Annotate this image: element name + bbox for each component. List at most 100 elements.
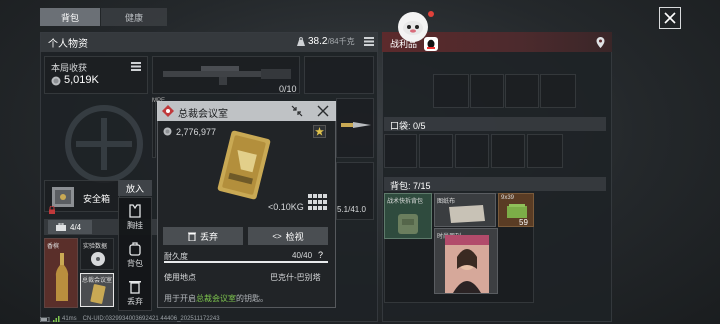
durability-bar-fill <box>164 261 328 263</box>
pocket-slot[interactable] <box>455 134 489 168</box>
backpack-item-blueprint-cloth[interactable]: 图纸布 <box>434 193 496 227</box>
close-icon <box>664 12 676 24</box>
item-price: 2,776,977 <box>176 127 217 137</box>
put-in-label: 放入 <box>125 183 144 194</box>
champagne-item-label: 香槟 <box>47 244 60 250</box>
pocket-slot[interactable] <box>419 134 453 168</box>
description-suffix: 的钥匙。 <box>236 294 268 303</box>
champagne-bottle-icon <box>53 253 71 303</box>
experiment-data-label: 实验数据 <box>83 244 108 250</box>
location-pin-icon[interactable] <box>596 37 605 48</box>
battery-icon <box>40 316 50 322</box>
item-description: 用于开启总裁会议室的钥匙。 <box>164 293 268 304</box>
backpack-icon <box>128 241 142 256</box>
lock-icon <box>48 206 56 214</box>
loot-slot[interactable] <box>540 74 576 108</box>
inspect-label: 检视 <box>285 231 304 242</box>
vest-label: 胸挂 <box>127 220 143 230</box>
durability-value: 40/40 <box>292 251 313 260</box>
discard-label: 丢弃 <box>199 231 218 242</box>
faction-emblem-icon <box>56 104 152 184</box>
keycard-large-icon <box>212 130 276 200</box>
status-bar: 41ms CN-UID:0329934003692421 44406_20251… <box>40 314 360 324</box>
put-in-button[interactable]: 放入 <box>118 180 152 196</box>
pocket-slot[interactable] <box>384 134 417 168</box>
tab-backpack[interactable]: 背包 <box>40 8 100 26</box>
weight-icon <box>296 37 306 47</box>
weapon-slot[interactable]: 0/10 <box>152 56 300 94</box>
pocket-header: 口袋: 0/5 <box>384 117 606 131</box>
personal-inventory-title: 个人物资 <box>48 38 88 50</box>
discard-side-button[interactable]: 丢弃 <box>118 276 152 310</box>
ammo-count: 59 <box>519 218 528 227</box>
safebox-item-boardroom-key[interactable]: 总裁会议室 <box>80 273 114 307</box>
discard-icon <box>187 232 196 241</box>
location-value: 巴克什-巴别塔 <box>270 273 321 282</box>
discard-button[interactable]: 丢弃 <box>163 227 243 245</box>
tab-backpack-label: 背包 <box>60 12 79 23</box>
tab-health-label: 健康 <box>124 12 143 23</box>
mag-text: 5.1/41.0 <box>337 205 366 214</box>
keycard-icon <box>89 284 107 304</box>
list-icon[interactable] <box>131 62 141 71</box>
item-weight: <0.10KG <box>268 202 304 212</box>
rifle-icon <box>161 63 293 85</box>
weight-max: /84千克 <box>327 37 355 46</box>
trash-icon <box>129 280 141 294</box>
favorite-star-icon[interactable] <box>313 125 326 138</box>
ammo-label: 9x39 <box>501 195 515 201</box>
inspect-button[interactable]: <> 检视 <box>248 227 328 245</box>
list-view-icon[interactable] <box>364 37 374 46</box>
mpe-slot[interactable] <box>152 98 156 158</box>
vest-icon <box>128 203 142 218</box>
move-to-backpack-button[interactable]: 背包 <box>118 238 152 272</box>
safebox-count: 4/4 <box>70 222 82 232</box>
safebox-label: 安全箱 <box>83 194 111 204</box>
pocket-slot[interactable] <box>527 134 563 168</box>
discard-side-label: 丢弃 <box>127 296 143 306</box>
earnings-label: 本局收获 <box>51 63 88 73</box>
backpack-item-ammo[interactable]: 9x39 59 <box>498 193 534 227</box>
pocket-label: 口袋: 0/5 <box>390 121 426 131</box>
loot-slot[interactable] <box>505 74 539 108</box>
size-grid-icon <box>308 194 328 210</box>
loot-slot[interactable] <box>470 74 504 108</box>
signal-icon <box>53 316 60 322</box>
collapse-icon[interactable] <box>291 105 303 117</box>
move-to-vest-button[interactable]: 胸挂 <box>118 200 152 234</box>
weapon-slot-secondary[interactable] <box>304 56 374 94</box>
melee-slot[interactable] <box>336 98 374 158</box>
close-popup-icon[interactable] <box>317 105 329 117</box>
knife-icon <box>341 121 371 129</box>
description-highlight: 总裁会议室 <box>196 294 236 303</box>
inspect-icon: <> <box>272 231 282 241</box>
briefcase-icon <box>56 223 66 231</box>
close-button[interactable] <box>659 7 681 29</box>
price-coin-icon <box>163 127 172 136</box>
backpack-item-magazine[interactable]: 时尚周刊 <box>434 228 498 294</box>
boardroom-key-label: 总裁会议室 <box>82 278 113 284</box>
item-detail-header: 总裁会议室 <box>157 101 336 121</box>
backpack-label: 背包 <box>127 258 143 268</box>
vest-slot[interactable]: 5.1/41.0 <box>336 162 374 220</box>
pocket-slot[interactable] <box>491 134 525 168</box>
backpack-item-tactical-bag[interactable]: 战术快拆背包 <box>384 193 432 239</box>
cloth-icon <box>447 203 487 225</box>
tactical-bag-icon <box>395 210 421 236</box>
ping-value: 41ms <box>62 316 77 322</box>
disc-icon <box>90 251 106 267</box>
durability-bar <box>164 261 328 263</box>
qq-icon <box>424 37 438 51</box>
safebox-item-experiment-data[interactable]: 实验数据 <box>80 238 114 270</box>
tactical-bag-label: 战术快拆背包 <box>387 199 424 205</box>
notification-dot-icon <box>428 11 434 17</box>
help-icon[interactable]: ? <box>318 250 323 260</box>
magazine-cover-icon <box>445 235 489 293</box>
backpack-header: 背包: 7/15 <box>384 177 606 191</box>
item-title: 总裁会议室 <box>178 109 228 120</box>
item-category-icon <box>162 105 174 117</box>
tab-health[interactable]: 健康 <box>101 8 167 26</box>
personal-inventory-header: 个人物资 38.2/84千克 <box>40 32 378 52</box>
safebox-item-champagne[interactable]: 香槟 <box>44 238 78 308</box>
loot-slot[interactable] <box>433 74 469 108</box>
